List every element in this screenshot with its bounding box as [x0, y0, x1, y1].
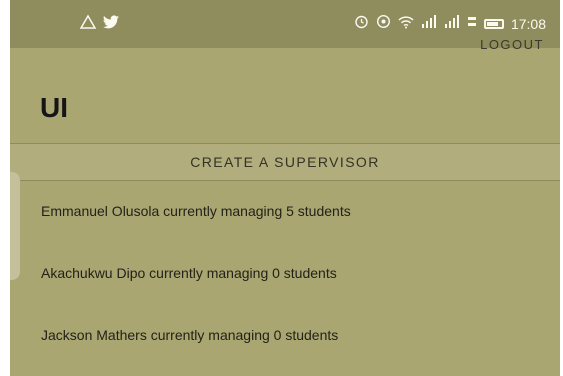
- warning-triangle-icon: [79, 14, 97, 35]
- signal-icon: [444, 15, 460, 33]
- signal-icon: [421, 15, 437, 33]
- status-time: 17:08: [510, 16, 546, 32]
- battery-icon: [483, 19, 504, 29]
- alarm-icon: [354, 14, 369, 34]
- status-right-icons: 17:08: [354, 14, 546, 34]
- list-item[interactable]: Emmanuel Olusola currently managing 5 st…: [10, 180, 560, 242]
- app-screen: 17:08 LOGOUT UI CREATE A SUPERVISOR Emma…: [10, 0, 560, 376]
- network-speed-icon: [467, 15, 477, 34]
- list-item[interactable]: Jackson Mathers currently managing 0 stu…: [10, 304, 560, 366]
- logout-button[interactable]: LOGOUT: [480, 37, 544, 52]
- create-supervisor-button[interactable]: CREATE A SUPERVISOR: [10, 143, 560, 181]
- twitter-bird-icon: [102, 14, 120, 35]
- status-left-icons: [79, 14, 120, 35]
- location-icon: [376, 14, 391, 34]
- page-title: UI: [40, 92, 68, 123]
- wifi-icon: [398, 15, 414, 34]
- supervisor-list: Emmanuel Olusola currently managing 5 st…: [10, 180, 560, 366]
- create-supervisor-label: CREATE A SUPERVISOR: [190, 154, 380, 170]
- list-item[interactable]: Akachukwu Dipo currently managing 0 stud…: [10, 242, 560, 304]
- status-bar: 17:08: [10, 0, 560, 48]
